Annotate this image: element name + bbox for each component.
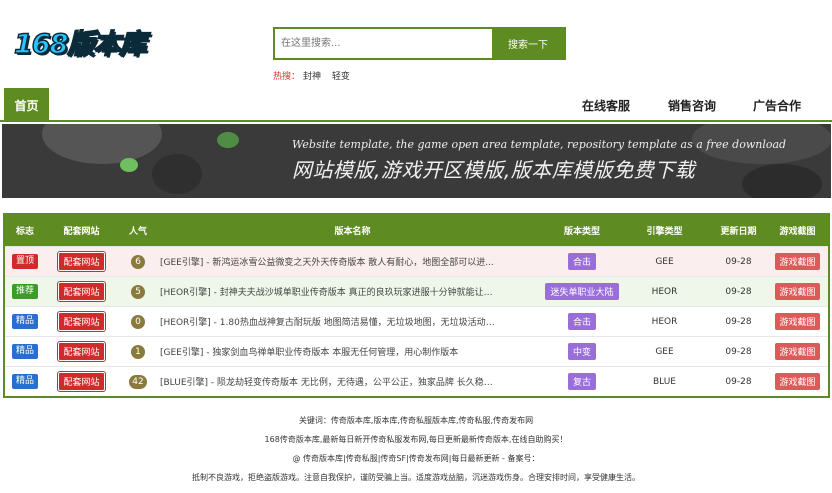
row-tag-badge: 精品: [11, 314, 38, 329]
screenshot-button[interactable]: 游戏截图: [775, 253, 820, 270]
update-date: 09-28: [725, 346, 752, 357]
companion-site-link[interactable]: 配套网站: [57, 341, 106, 362]
table-row: 精品 配套网站 0 [HEOR引擎] - 1.80热血战神复古耐玩版 地图简洁易懂，无…: [5, 306, 828, 336]
row-tag-badge: 推荐: [11, 284, 38, 299]
table-row: 置顶 配套网站 6 [GEE引擎] - 新鸿运冰雪公益微变之天外天传奇版本 散人有耐心…: [5, 246, 828, 276]
companion-site-link[interactable]: 配套网站: [57, 251, 106, 272]
site-logo[interactable]: 168版本库: [13, 22, 164, 62]
hot-search-label: 热搜：: [273, 72, 301, 82]
version-type-badge: 迷失单职业大陆: [545, 283, 619, 300]
search-box: 搜索一下: [273, 27, 566, 60]
screenshot-button[interactable]: 游戏截图: [775, 313, 820, 330]
engine-type: GEE: [655, 256, 674, 267]
table-header: 标志 配套网站 人气 版本名称 版本类型 引擎类型 更新日期 游戏截图: [5, 215, 828, 246]
table-row: 精品 配套网站 42 [BLUE引擎] - 陨龙劫轻变传奇版本 无比例，无待遇，公平公…: [5, 366, 828, 396]
popularity-badge: 42: [129, 374, 147, 389]
footer-copyright: @ 传奇版本库|传奇私服|传奇SF|传奇发布网|每日最新更新 - 备案号：: [292, 454, 540, 463]
footer: 关键词：传奇版本库,版本库,传奇私服版本库,传奇私服,传奇发布网 168传奇版本…: [0, 411, 832, 487]
search-button[interactable]: 搜索一下: [492, 29, 564, 58]
hot-search-link-1[interactable]: 轻变: [332, 72, 350, 82]
table-row: 精品 配套网站 1 [GEE引擎] - 独家剑血鸟禅单职业传奇版本 本服无任何管理，用…: [5, 336, 828, 366]
update-date: 09-28: [725, 376, 752, 387]
popularity-badge: 0: [131, 314, 145, 329]
engine-type: HEOR: [651, 286, 678, 297]
footer-notice: 抵制不良游戏，拒绝盗版游戏。注意自我保护，谨防受骗上当。适度游戏益脑，沉迷游戏伤…: [192, 473, 640, 482]
companion-site-link[interactable]: 配套网站: [57, 281, 106, 302]
table-row: 推荐 配套网站 5 [HEOR引擎] - 封神夫夫战沙城单职业传奇版本 真正的良玖玩家…: [5, 276, 828, 306]
banner-english-text: Website template, the game open area tem…: [292, 138, 787, 151]
header-tag: 标志: [15, 227, 34, 237]
version-title-link[interactable]: [HEOR引擎] - 封神夫夫战沙城单职业传奇版本 真正的良玖玩家进服十分钟就能…: [160, 285, 500, 298]
row-tag-badge: 精品: [11, 374, 38, 389]
screenshot-button[interactable]: 游戏截图: [775, 373, 820, 390]
version-title-link[interactable]: [HEOR引擎] - 1.80热血战神复古耐玩版 地图简洁易懂，无垃圾地图，无垃…: [160, 315, 500, 328]
version-type-badge: 复古: [567, 373, 596, 390]
version-type-badge: 合击: [567, 253, 596, 270]
version-title-link[interactable]: [BLUE引擎] - 陨龙劫轻变传奇版本 无比例，无待遇，公平公正，独家品牌 长…: [160, 375, 500, 388]
logo-text: 168版本库: [13, 28, 147, 61]
companion-site-link[interactable]: 配套网站: [57, 371, 106, 392]
header-date: 更新日期: [720, 227, 757, 237]
nav-sales-consult[interactable]: 销售咨询: [668, 97, 716, 114]
update-date: 09-28: [725, 256, 752, 267]
footer-keywords: 关键词：传奇版本库,版本库,传奇私服版本库,传奇私服,传奇发布网: [298, 416, 534, 425]
version-title-link[interactable]: [GEE引擎] - 新鸿运冰雪公益微变之天外天传奇版本 散人有耐心，地图全部可以…: [160, 255, 494, 268]
screenshot-button[interactable]: 游戏截图: [775, 283, 820, 300]
version-type-badge: 合击: [567, 313, 596, 330]
footer-description: 168传奇版本库,最新每日新开传奇私服发布网,每日更新最新传奇版本,在线自助购买…: [264, 435, 568, 444]
row-tag-badge: 置顶: [11, 254, 38, 269]
popularity-badge: 1: [131, 344, 145, 359]
update-date: 09-28: [725, 316, 752, 327]
engine-type: BLUE: [652, 376, 676, 387]
header-engine: 引擎类型: [646, 227, 683, 237]
nav-home[interactable]: 首页: [4, 88, 49, 122]
popularity-badge: 6: [131, 254, 145, 269]
update-date: 09-28: [725, 286, 752, 297]
version-type-badge: 中变: [567, 343, 596, 360]
version-title-link[interactable]: [GEE引擎] - 独家剑血鸟禅单职业传奇版本 本服无任何管理，用心制作版本: [160, 345, 458, 358]
popularity-badge: 5: [131, 284, 145, 299]
version-table: 标志 配套网站 人气 版本名称 版本类型 引擎类型 更新日期 游戏截图 置顶配套…: [3, 213, 830, 398]
hot-search-link-0[interactable]: 封神: [303, 72, 321, 82]
engine-type: HEOR: [651, 316, 678, 327]
nav-advertising[interactable]: 广告合作: [753, 97, 801, 114]
search-input[interactable]: [275, 29, 492, 58]
main-nav: 首页 在线客服 销售咨询 广告合作: [0, 88, 832, 122]
screenshot-button[interactable]: 游戏截图: [775, 343, 820, 360]
nav-online-service[interactable]: 在线客服: [582, 97, 630, 114]
engine-type: GEE: [655, 346, 674, 357]
header-type: 版本类型: [563, 227, 600, 237]
header-screenshot: 游戏截图: [779, 227, 816, 237]
banner: Website template, the game open area tem…: [2, 124, 831, 198]
row-tag-badge: 精品: [11, 344, 38, 359]
companion-site-link[interactable]: 配套网站: [57, 311, 106, 332]
hot-search: 热搜： 封神 轻变: [273, 69, 350, 82]
header-site: 配套网站: [63, 227, 100, 237]
header-popularity: 人气: [128, 227, 147, 237]
banner-chinese-text: 网站模版,游戏开区模版,版本库模版免费下载: [292, 158, 696, 182]
header-title: 版本名称: [334, 227, 371, 237]
